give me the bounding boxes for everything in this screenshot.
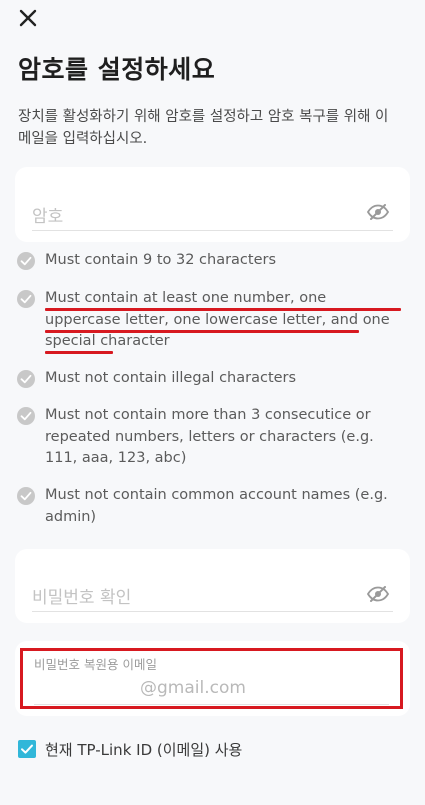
confirm-password-input[interactable]: 비밀번호 확인 [32, 575, 393, 612]
email-underline [34, 704, 389, 705]
confirm-password-placeholder: 비밀번호 확인 [32, 588, 132, 608]
red-underline [45, 330, 359, 333]
use-tplink-id-label: 현재 TP-Link ID (이메일) 사용 [45, 741, 243, 759]
page-title: 암호를 설정하세요 [18, 55, 216, 84]
use-tplink-id-checkbox[interactable] [18, 740, 36, 758]
red-underline [45, 351, 113, 354]
rule-text: Must not contain common account names (e… [45, 487, 388, 525]
eye-off-icon[interactable] [367, 204, 389, 220]
confirm-password-card: 비밀번호 확인 [15, 549, 410, 623]
check-circle-icon [17, 407, 35, 425]
close-icon[interactable] [18, 8, 38, 28]
email-label: 비밀번호 복원용 이메일 [34, 657, 157, 672]
rule-text: Must not contain more than 3 consecutice… [45, 407, 374, 466]
rule-text: Must contain 9 to 32 characters [45, 252, 277, 268]
rule-text: Must contain at least one number, one up… [45, 290, 390, 349]
check-circle-icon [17, 290, 35, 308]
check-circle-icon [17, 487, 35, 505]
password-card: 암호 [15, 167, 410, 242]
password-placeholder: 암호 [32, 207, 64, 227]
check-circle-icon [17, 370, 35, 388]
eye-off-icon[interactable] [367, 586, 389, 602]
rule-text: Must not contain illegal characters [45, 370, 297, 386]
page-description: 장치를 활성화하기 위해 암호를 설정하고 암호 복구를 위해 이메일을 입력하… [18, 109, 389, 147]
checkmark-icon [21, 744, 33, 754]
set-password-screen: 암호를 설정하세요 장치를 활성화하기 위해 암호를 설정하고 암호 복구를 위… [0, 0, 425, 805]
red-underline [45, 308, 401, 311]
check-circle-icon [17, 252, 35, 270]
password-input[interactable]: 암호 [32, 194, 393, 231]
use-tplink-id-checkbox-row[interactable]: 현재 TP-Link ID (이메일) 사용 [18, 739, 318, 761]
email-domain-suffix: @gmail.com [140, 678, 246, 698]
email-input-highlight[interactable]: 비밀번호 복원용 이메일 @gmail.com [20, 648, 403, 709]
